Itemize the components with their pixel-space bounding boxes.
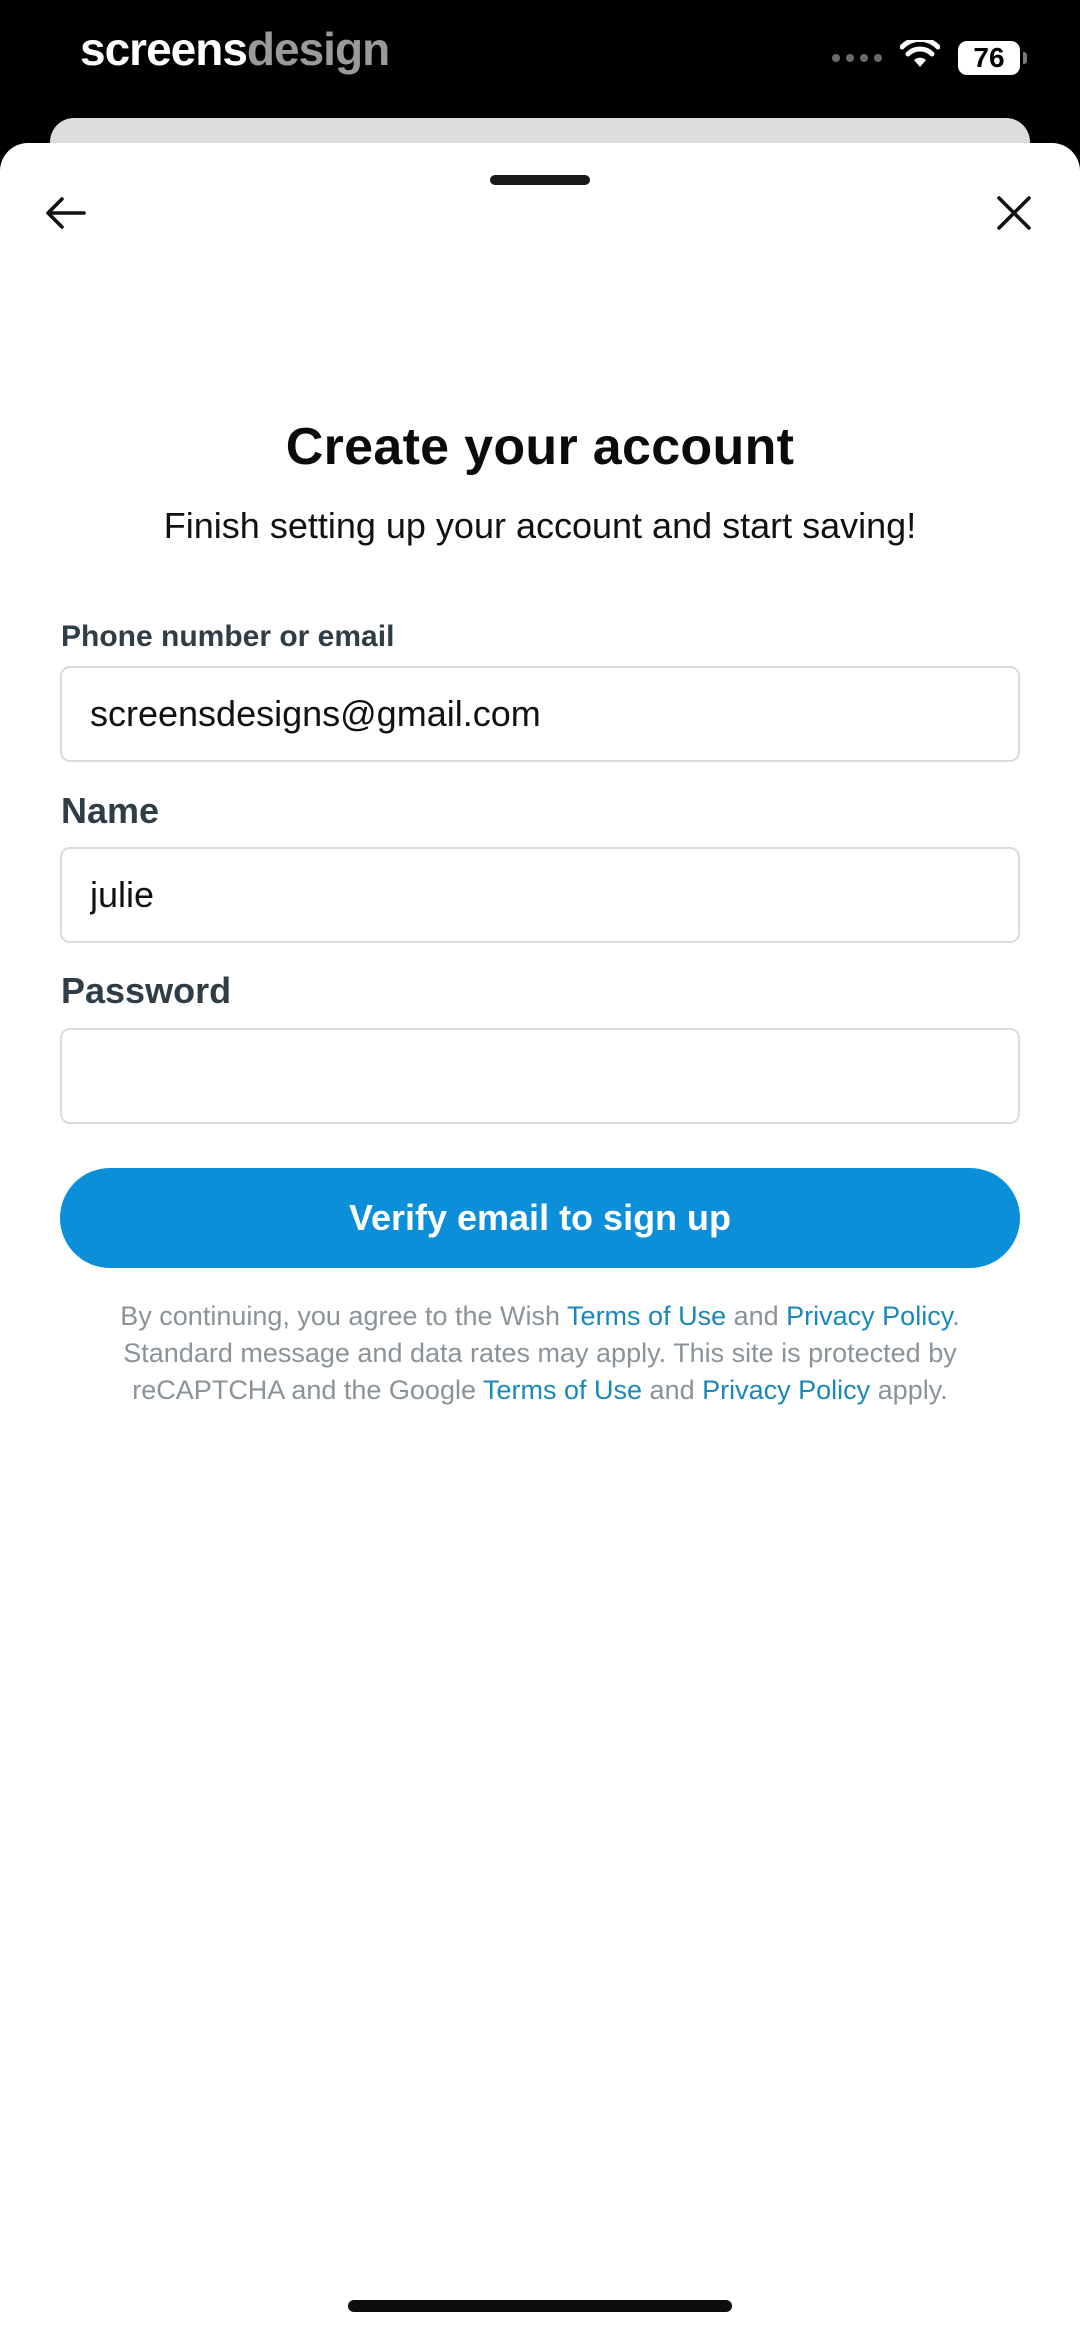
legal-disclaimer: By continuing, you agree to the Wish Ter… (80, 1298, 1000, 1409)
email-field[interactable] (60, 666, 1020, 762)
legal-text-4: and (642, 1375, 703, 1405)
legal-text-1: By continuing, you agree to the Wish (120, 1301, 568, 1331)
legal-text-5: apply. (870, 1375, 948, 1405)
home-indicator[interactable] (348, 2300, 732, 2312)
wifi-icon (899, 36, 941, 75)
google-privacy-link[interactable]: Privacy Policy (702, 1375, 870, 1405)
name-label: Name (61, 790, 160, 831)
page-title: Create your account (285, 418, 795, 476)
status-icons: 76 (832, 36, 1027, 75)
brand-watermark: screensdesign (80, 22, 390, 76)
brand-light: design (246, 23, 390, 75)
terms-of-use-link[interactable]: Terms of Use (567, 1301, 726, 1331)
status-bar: screensdesign 76 (0, 0, 1080, 118)
verify-email-button[interactable]: Verify email to sign up (60, 1168, 1020, 1268)
brand-bold: screens (80, 23, 248, 75)
sheet-grabber[interactable] (490, 175, 590, 185)
name-field[interactable] (60, 847, 1020, 943)
close-button[interactable] (984, 185, 1044, 245)
legal-text-2: and (726, 1301, 787, 1331)
arrow-left-icon (44, 195, 88, 236)
email-label: Phone number or email (61, 620, 395, 653)
google-terms-link[interactable]: Terms of Use (483, 1375, 642, 1405)
screen: screensdesign 76 Create your account Fin… (0, 0, 1080, 2336)
password-label: Password (61, 970, 232, 1011)
battery-icon: 76 (958, 40, 1027, 75)
privacy-policy-link[interactable]: Privacy Policy (786, 1301, 952, 1331)
signal-dots-icon (832, 53, 882, 62)
close-icon (996, 195, 1032, 236)
back-button[interactable] (36, 185, 96, 245)
password-field[interactable] (60, 1028, 1020, 1124)
page-subtitle: Finish setting up your account and start… (163, 505, 917, 546)
